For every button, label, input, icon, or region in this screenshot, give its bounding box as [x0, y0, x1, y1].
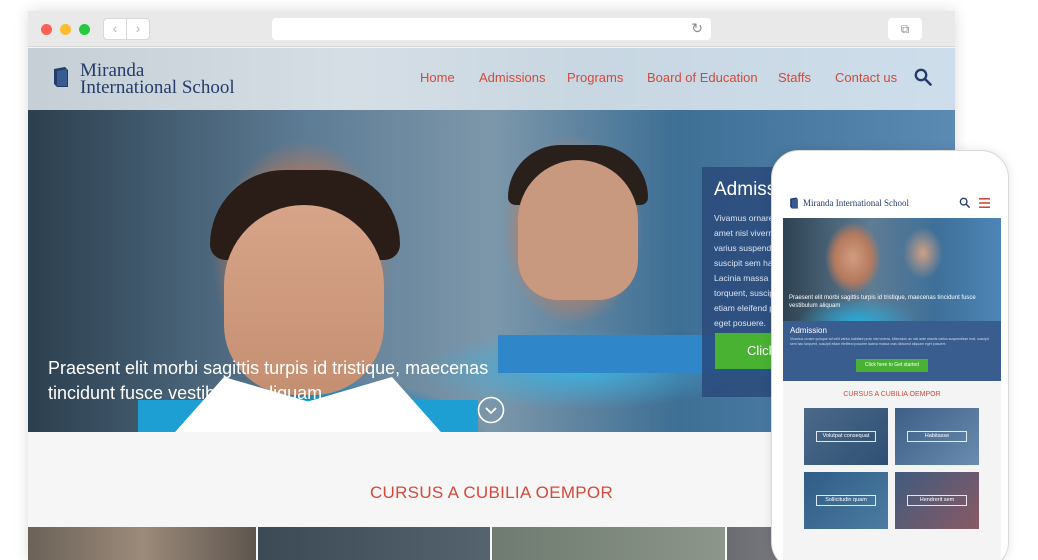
mobile-tile-label: Volutpat consequat: [816, 431, 876, 442]
scroll-down-icon[interactable]: [477, 396, 505, 424]
mobile-get-started-button[interactable]: Click here to Get started: [856, 359, 928, 372]
mobile-program-tile[interactable]: Hendrerit sem: [895, 472, 979, 529]
mobile-device-frame: Miranda International School Praesent el…: [771, 150, 1009, 560]
mobile-header: Miranda International School: [783, 188, 1001, 218]
nav-programs[interactable]: Programs: [567, 70, 623, 85]
admission-panel-title: Admiss: [714, 179, 777, 200]
nav-board-of-education[interactable]: Board of Education: [647, 70, 758, 85]
back-button[interactable]: ‹: [103, 18, 127, 40]
mobile-admission-text: Vivamus ornare quisque ad velit varius h…: [790, 337, 989, 346]
mobile-screen: Miranda International School Praesent el…: [783, 188, 1001, 560]
hero-caption: Praesent elit morbi sagittis turpis id t…: [48, 358, 489, 403]
close-window-button[interactable]: [41, 24, 52, 35]
nav-home[interactable]: Home: [420, 70, 455, 85]
mobile-section-title: CURSUS A CUBILIA OEMPOR: [843, 391, 941, 398]
mobile-admission-panel: Admission Vivamus ornare quisque ad veli…: [783, 321, 1001, 381]
program-tile[interactable]: [492, 527, 725, 560]
background-child: [518, 160, 638, 300]
mobile-search-icon[interactable]: [959, 197, 971, 209]
mobile-hero-caption: Praesent elit morbi sagittis turpis id t…: [789, 295, 976, 309]
address-bar[interactable]: ↻: [272, 18, 711, 40]
mobile-tile-label: Hendrerit sem: [907, 495, 967, 506]
nav-admissions[interactable]: Admissions: [479, 70, 545, 85]
search-icon[interactable]: [914, 68, 932, 86]
mobile-tile-label: Sollicitudin quam: [816, 495, 876, 506]
hamburger-menu-icon[interactable]: [979, 198, 990, 208]
mobile-tile-label: Habitasse: [907, 431, 967, 442]
mobile-hero-photo: Praesent elit morbi sagittis turpis id t…: [783, 218, 1001, 321]
reload-icon[interactable]: ↻: [691, 20, 703, 37]
nav-contact-us[interactable]: Contact us: [835, 70, 897, 85]
mobile-admission-title: Admission: [790, 326, 827, 335]
tabs-overview-icon[interactable]: ⧉: [888, 18, 922, 40]
mobile-program-tile[interactable]: Habitasse: [895, 408, 979, 465]
browser-toolbar: ‹ › ↻ ⧉: [28, 11, 955, 47]
forward-button[interactable]: ›: [126, 18, 150, 40]
minimize-window-button[interactable]: [60, 24, 71, 35]
book-logo-icon[interactable]: [52, 66, 70, 88]
maximize-window-button[interactable]: [79, 24, 90, 35]
program-tile[interactable]: [28, 527, 256, 560]
logo-text-line2[interactable]: International School: [80, 77, 235, 99]
nav-staffs[interactable]: Staffs: [778, 70, 811, 85]
mobile-logo-text[interactable]: Miranda International School: [803, 198, 909, 208]
mobile-book-logo-icon[interactable]: [789, 197, 799, 209]
screenshot-stage: ‹ › ↻ ⧉ Miranda International School Hom…: [0, 0, 1038, 560]
mobile-program-tile[interactable]: Sollicitudin quam: [804, 472, 888, 529]
program-tile[interactable]: [258, 527, 490, 560]
site-header: Miranda International School Home Admiss…: [28, 48, 955, 110]
mobile-program-tile[interactable]: Volutpat consequat: [804, 408, 888, 465]
